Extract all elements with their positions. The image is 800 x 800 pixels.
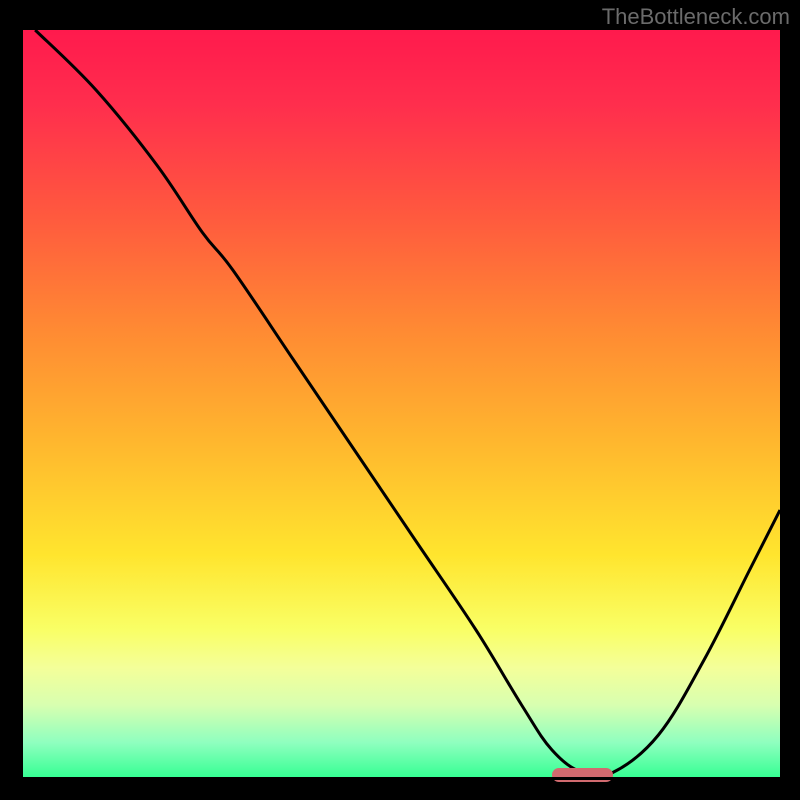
optimal-marker [552, 768, 613, 782]
bottleneck-curve [35, 30, 780, 777]
x-axis [20, 777, 780, 780]
watermark-text: TheBottleneck.com [602, 4, 790, 30]
y-axis [20, 30, 23, 780]
curve-svg [20, 30, 780, 780]
chart-container: TheBottleneck.com [0, 0, 800, 800]
plot-area [20, 30, 780, 780]
